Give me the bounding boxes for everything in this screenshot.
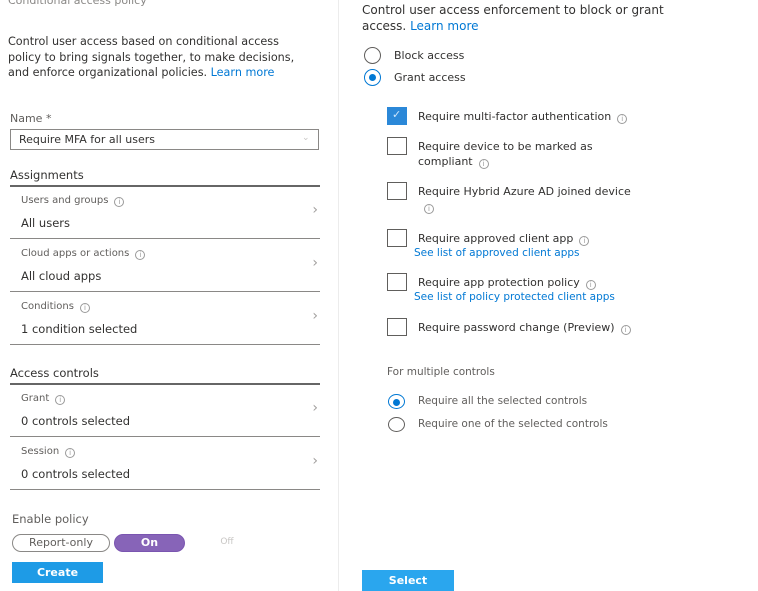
info-icon[interactable]: i [55,395,66,405]
learn-more-link[interactable]: Learn more [410,19,478,33]
toggle-on[interactable]: On [114,534,185,552]
grant-row[interactable]: Grant i 0 controls selected › [10,385,320,437]
users-and-groups-row[interactable]: Users and groups i All users › [10,187,320,239]
checkbox[interactable] [387,273,407,291]
info-icon[interactable]: i [424,204,434,214]
info-icon[interactable]: i [135,250,146,260]
info-icon[interactable]: i [620,325,631,335]
chevron-right-icon: › [312,255,318,271]
row-value: 0 controls selected [21,414,131,428]
row-value: All cloud apps [21,269,102,283]
session-row[interactable]: Session i 0 controls selected › [10,438,320,490]
checkbox-label: Require password change (Preview) i [418,320,648,335]
chevron-right-icon: › [312,453,318,469]
checkbox-label: Require approved client app i [418,231,648,246]
row-label: Session i [21,446,76,458]
info-icon[interactable]: i [65,448,76,458]
learn-more-link[interactable]: Learn more [211,66,275,79]
checkbox-label: Require Hybrid Azure AD joined devicei [418,185,631,214]
row-label: Cloud apps or actions i [21,248,146,260]
row-label: Conditions i [21,301,90,313]
select-button[interactable]: Select [362,570,454,591]
cloud-apps-row[interactable]: Cloud apps or actions i All cloud apps › [10,240,320,292]
policy-description: Control user access based on conditional… [8,34,308,81]
checkbox-label: Require multi-factor authentication i [418,109,648,124]
checkbox-label: Require device to be marked as compliant… [418,140,593,169]
chevron-right-icon: › [312,308,318,324]
checkbox[interactable] [387,137,407,155]
policy-blade: Conditional access policy Control user a… [0,0,325,591]
name-input[interactable] [10,129,319,150]
name-label: Name * [10,112,52,125]
checkbox[interactable] [387,182,407,200]
radio-label: Require one of the selected controls [418,418,608,430]
checkbox-label: Require app protection policy i [418,275,648,290]
radio-circle[interactable] [364,47,381,64]
conditions-row[interactable]: Conditions i 1 condition selected › [10,293,320,345]
row-value: All users [21,216,70,230]
multiple-controls-label: For multiple controls [387,366,495,378]
radio-circle[interactable] [364,69,381,86]
toggle-off[interactable]: Off [212,534,242,552]
info-icon[interactable]: i [478,159,489,169]
approved-client-apps-link[interactable]: See list of approved client apps [414,247,674,259]
toggle-report-only[interactable]: Report-only [12,534,110,552]
info-icon[interactable]: i [114,197,125,207]
chevron-down-icon: ⌄ [302,133,310,143]
checkbox[interactable] [387,229,407,247]
chevron-right-icon: › [312,400,318,416]
access-controls-heading: Access controls [10,366,99,380]
row-label: Users and groups i [21,195,125,207]
assignments-heading: Assignments [10,168,84,182]
checkbox[interactable] [387,318,407,336]
row-value: 1 condition selected [21,322,138,336]
info-icon[interactable]: i [617,114,628,124]
checkbox[interactable] [387,107,407,125]
grant-description: Control user access enforcement to block… [362,2,692,34]
enable-policy-label: Enable policy [12,512,89,526]
info-icon[interactable]: i [585,280,596,290]
row-value: 0 controls selected [21,467,131,481]
row-label: Grant i [21,393,66,405]
radio-circle[interactable] [388,417,405,432]
grant-description-text: Control user access enforcement to block… [362,3,664,33]
grant-blade: Control user access enforcement to block… [362,0,758,591]
pane-divider [338,0,339,591]
radio-label: Block access [394,49,465,62]
policy-protected-apps-link[interactable]: See list of policy protected client apps [414,291,674,303]
radio-circle[interactable] [388,394,405,409]
info-icon[interactable]: i [579,236,590,246]
radio-label: Require all the selected controls [418,395,588,407]
create-button[interactable]: Create [12,562,103,583]
info-icon[interactable]: i [79,303,90,313]
chevron-right-icon: › [312,202,318,218]
radio-label: Grant access [394,71,466,84]
blade-title: Conditional access policy [8,0,147,7]
